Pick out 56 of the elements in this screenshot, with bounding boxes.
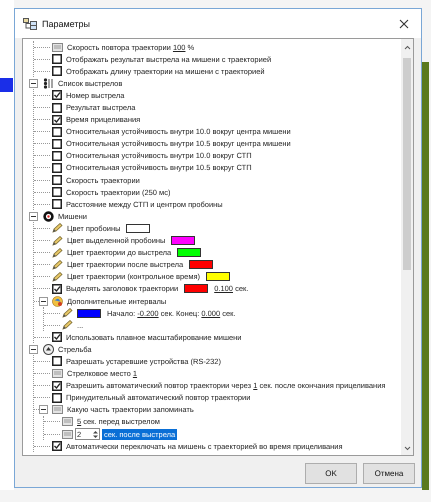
field-icon [52,405,63,414]
color-swatch[interactable] [184,284,208,294]
field-icon [52,42,63,52]
checkbox[interactable] [52,102,62,113]
checkbox[interactable] [52,66,62,76]
field-icon [62,430,73,439]
collapse-icon[interactable] [39,405,48,414]
collapse-icon[interactable] [39,296,48,306]
checkbox[interactable] [52,175,62,186]
dialog-button[interactable]: Отмена [363,463,415,484]
checkbox[interactable] [52,356,62,366]
close-icon[interactable] [399,18,409,28]
checkbox[interactable] [52,150,62,161]
color-swatch[interactable] [77,308,101,318]
collapse-icon[interactable] [29,78,38,88]
collapse-icon[interactable] [29,344,38,354]
pencil-icon [52,272,63,282]
scroll-up-icon[interactable] [404,45,410,50]
window-icon [23,18,37,30]
scrollbar[interactable] [401,39,413,455]
color-swatch[interactable] [171,236,196,246]
spinner-icon[interactable] [92,430,99,439]
field-icon [52,369,63,378]
pencil-icon [62,308,73,318]
window-title: Параметры [42,18,91,28]
scroll-down-icon[interactable] [404,446,410,451]
checkbox[interactable] [52,126,62,137]
checkbox[interactable] [52,284,62,294]
checkbox[interactable] [52,90,62,100]
color-swatch[interactable] [189,260,214,270]
checkbox[interactable] [52,54,62,64]
checkbox[interactable] [52,332,62,342]
color-swatch[interactable] [177,248,202,258]
pencil-icon [62,320,73,330]
color-swatch[interactable] [206,272,230,282]
circle-icon [43,344,54,355]
checkbox[interactable] [52,114,62,125]
pencil-icon [52,260,63,270]
checkbox[interactable] [52,187,62,198]
field-icon [62,417,73,426]
checkbox[interactable] [52,392,62,403]
color-swatch[interactable] [126,224,150,233]
checkbox[interactable] [52,138,62,149]
list-icon [43,78,54,89]
pencil-icon [52,223,63,234]
pencil-icon [52,248,63,258]
pencil-icon [52,236,63,246]
dialog-button[interactable]: OK [305,463,357,484]
scrollbar-thumb[interactable] [403,58,411,270]
checkbox[interactable] [52,441,62,452]
checkbox[interactable] [52,380,62,391]
globe-icon [52,296,63,307]
checkbox[interactable] [52,162,62,173]
target-icon [43,210,54,222]
collapse-icon[interactable] [29,212,38,221]
checkbox[interactable] [52,199,62,210]
